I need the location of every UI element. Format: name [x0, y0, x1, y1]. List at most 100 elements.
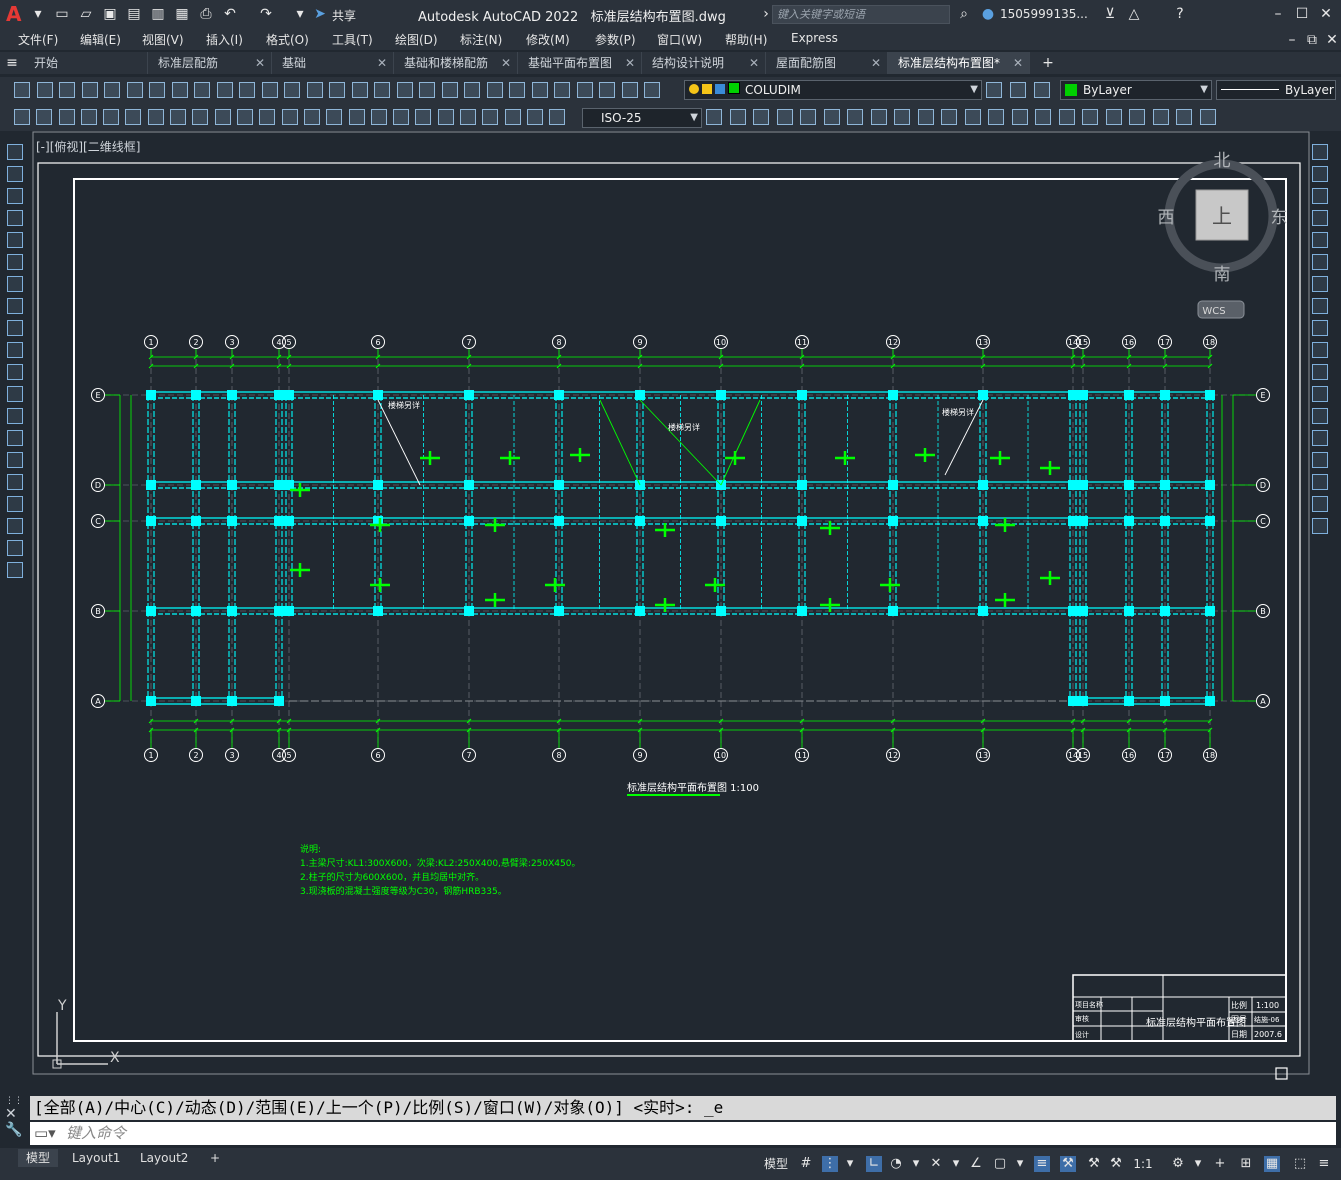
menu-item-4[interactable]: 格式(O): [266, 31, 309, 48]
dimension-tool-icon-35[interactable]: [941, 109, 957, 125]
restore-doc-icon[interactable]: ⧉: [1304, 32, 1320, 48]
modify-tool-icon-2[interactable]: [1312, 188, 1328, 204]
annotation-scale-icon[interactable]: ⚒: [1108, 1156, 1124, 1172]
share-button[interactable]: 共享: [332, 7, 356, 24]
chevron-down-icon[interactable]: ▾: [1012, 1156, 1028, 1172]
search-icon[interactable]: ⌕: [956, 6, 972, 22]
auto-scale-icon[interactable]: ⚒: [1086, 1156, 1102, 1172]
modify-tool-icon-15[interactable]: [1312, 474, 1328, 490]
dimension-tool-icon-11[interactable]: [259, 109, 275, 125]
user-icon[interactable]: ●: [980, 6, 996, 22]
add-layout-icon[interactable]: +: [202, 1149, 228, 1167]
standard-tool-icon-21[interactable]: [487, 82, 503, 98]
modify-tool-icon-4[interactable]: [1312, 232, 1328, 248]
dimension-tool-icon-45[interactable]: [1176, 109, 1192, 125]
dimension-tool-icon-33[interactable]: [894, 109, 910, 125]
dimension-tool-icon-28[interactable]: [777, 109, 793, 125]
dimension-tool-icon-13[interactable]: [304, 109, 320, 125]
menu-item-9[interactable]: 参数(P): [595, 31, 636, 48]
menu-item-5[interactable]: 工具(T): [332, 31, 373, 48]
standard-tool-icon-13[interactable]: [307, 82, 323, 98]
chevron-down-icon[interactable]: ▾: [908, 1156, 924, 1172]
dimension-tool-icon-1[interactable]: [36, 109, 52, 125]
tab-close-icon[interactable]: ✕: [255, 52, 265, 74]
viewcube-east[interactable]: 东: [1271, 208, 1288, 228]
dimension-tool-icon-19[interactable]: [438, 109, 454, 125]
standard-tool-icon-8[interactable]: [194, 82, 210, 98]
color-combo[interactable]: ByLayer ▼: [1060, 80, 1212, 100]
tab-close-icon[interactable]: ✕: [871, 52, 881, 74]
dimension-tool-icon-7[interactable]: [170, 109, 186, 125]
dimension-tool-icon-23[interactable]: [527, 109, 543, 125]
new-icon[interactable]: ▭: [54, 6, 70, 22]
hardware-acceleration-icon[interactable]: ▦: [1264, 1156, 1280, 1172]
dimension-tool-icon-37[interactable]: [988, 109, 1004, 125]
dimension-tool-icon-10[interactable]: [237, 109, 253, 125]
menu-item-0[interactable]: 文件(F): [18, 31, 58, 48]
redo-icon[interactable]: ↷: [258, 6, 274, 22]
modify-tool-icon-6[interactable]: [1312, 276, 1328, 292]
menu-item-2[interactable]: 视图(V): [142, 31, 184, 48]
modify-tool-icon-11[interactable]: [1312, 386, 1328, 402]
lineweight-icon[interactable]: ≡: [1034, 1156, 1050, 1172]
draw-tool-icon-2[interactable]: [7, 188, 23, 204]
modify-tool-icon-5[interactable]: [1312, 254, 1328, 270]
maximize-icon[interactable]: ☐: [1294, 6, 1310, 22]
grid-icon[interactable]: #: [798, 1156, 814, 1172]
dimension-tool-icon-4[interactable]: [103, 109, 119, 125]
plot-icon[interactable]: ⎙: [198, 6, 214, 22]
standard-tool-icon-23[interactable]: [532, 82, 548, 98]
layer-tool-icon-0[interactable]: [986, 82, 1002, 98]
dimension-tool-icon-18[interactable]: [415, 109, 431, 125]
dimension-tool-icon-41[interactable]: [1082, 109, 1098, 125]
chevron-down-icon[interactable]: ▾: [1190, 1156, 1206, 1172]
draw-tool-icon-6[interactable]: [7, 276, 23, 292]
model-space-button[interactable]: 模型: [762, 1156, 790, 1172]
dimension-tool-icon-3[interactable]: [81, 109, 97, 125]
modify-tool-icon-3[interactable]: [1312, 210, 1328, 226]
layout-tab-2[interactable]: Layout2: [132, 1149, 196, 1167]
dimension-tool-icon-0[interactable]: [14, 109, 30, 125]
draw-tool-icon-3[interactable]: [7, 210, 23, 226]
dimension-tool-icon-39[interactable]: [1035, 109, 1051, 125]
dimension-tool-icon-17[interactable]: [393, 109, 409, 125]
tab-3[interactable]: 基础和楼梯配筋 ✕: [394, 52, 518, 74]
dimension-tool-icon-5[interactable]: [125, 109, 141, 125]
modify-tool-icon-8[interactable]: [1312, 320, 1328, 336]
modify-tool-icon-9[interactable]: [1312, 342, 1328, 358]
standard-tool-icon-4[interactable]: [104, 82, 120, 98]
viewport-controls[interactable]: [-][俯视][二维线框]: [36, 138, 140, 155]
dimension-tool-icon-20[interactable]: [460, 109, 476, 125]
standard-tool-icon-24[interactable]: [554, 82, 570, 98]
dimension-tool-icon-22[interactable]: [505, 109, 521, 125]
polar-icon[interactable]: ◔: [888, 1156, 904, 1172]
standard-tool-icon-0[interactable]: [14, 82, 30, 98]
standard-tool-icon-27[interactable]: [622, 82, 638, 98]
modify-tool-icon-12[interactable]: [1312, 408, 1328, 424]
chevron-down-icon[interactable]: ▾: [948, 1156, 964, 1172]
standard-tool-icon-25[interactable]: [577, 82, 593, 98]
menu-item-11[interactable]: 帮助(H): [725, 31, 767, 48]
standard-tool-icon-7[interactable]: [172, 82, 188, 98]
layout-tab-0[interactable]: 模型: [18, 1149, 59, 1167]
layer-combo[interactable]: COLUDIM ▼: [684, 80, 982, 100]
tab-close-icon[interactable]: ✕: [625, 52, 635, 74]
dimension-tool-icon-29[interactable]: [800, 109, 816, 125]
layer-tool-icon-1[interactable]: [1010, 82, 1026, 98]
modify-tool-icon-7[interactable]: [1312, 298, 1328, 314]
standard-tool-icon-15[interactable]: [352, 82, 368, 98]
save-icon[interactable]: ▣: [102, 6, 118, 22]
minimize-icon[interactable]: –: [1270, 6, 1286, 22]
dimension-tool-icon-34[interactable]: [918, 109, 934, 125]
standard-tool-icon-17[interactable]: [397, 82, 413, 98]
command-input[interactable]: ▭▾ 键入命令: [30, 1122, 1336, 1145]
dimension-tool-icon-21[interactable]: [482, 109, 498, 125]
standard-tool-icon-10[interactable]: [239, 82, 255, 98]
undo-icon[interactable]: ↶: [222, 6, 238, 22]
standard-tool-icon-26[interactable]: [599, 82, 615, 98]
standard-tool-icon-16[interactable]: [374, 82, 390, 98]
dimension-tool-icon-16[interactable]: [371, 109, 387, 125]
modify-tool-icon-10[interactable]: [1312, 364, 1328, 380]
standard-tool-icon-14[interactable]: [329, 82, 345, 98]
linetype-combo[interactable]: ByLayer: [1216, 80, 1336, 100]
